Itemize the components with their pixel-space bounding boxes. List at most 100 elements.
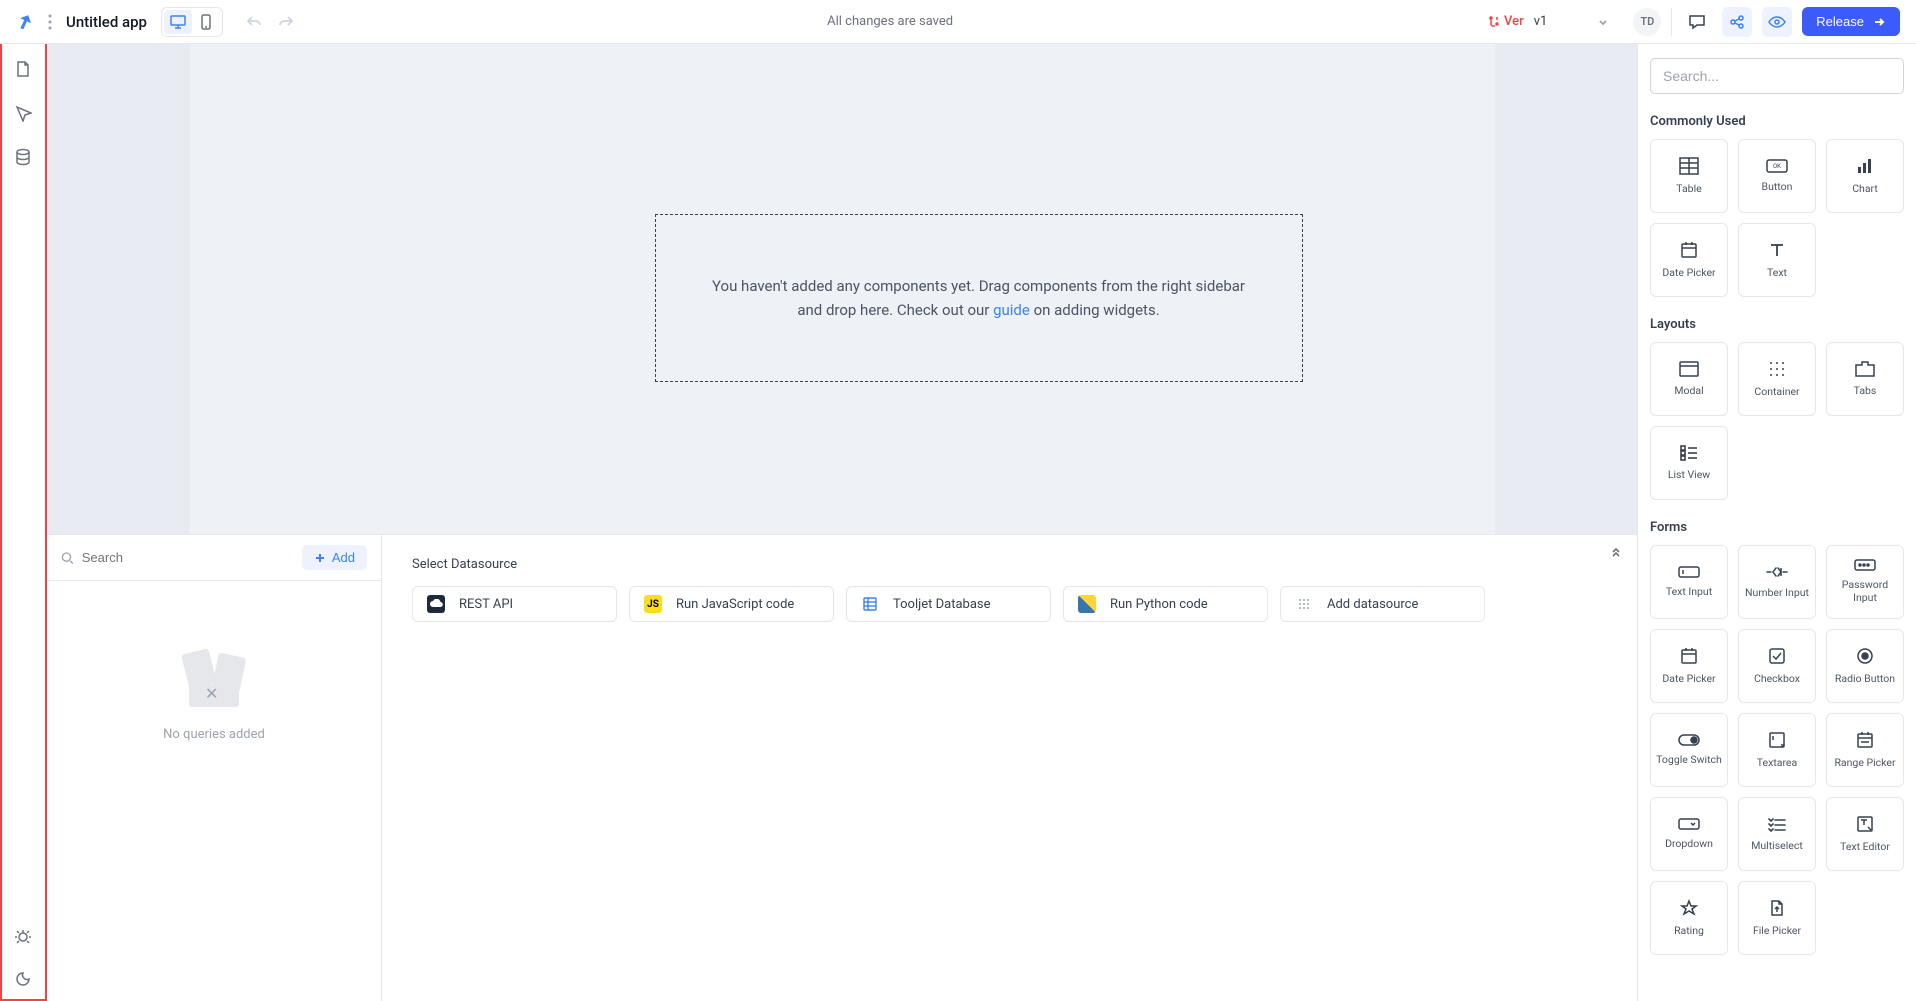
guide-link[interactable]: guide: [993, 301, 1030, 319]
app-title[interactable]: Untitled app: [66, 13, 147, 31]
component-password-input[interactable]: Password Input: [1826, 545, 1904, 619]
component-sidebar: Commonly Used Table OKButton Chart Date …: [1638, 44, 1916, 1001]
textarea-icon: [1768, 731, 1786, 749]
database-icon: [861, 595, 879, 613]
component-toggle[interactable]: Toggle Switch: [1650, 713, 1728, 787]
datasource-heading: Select Datasource: [412, 557, 1607, 572]
component-checkbox[interactable]: Checkbox: [1738, 629, 1816, 703]
component-search-input[interactable]: [1650, 58, 1904, 94]
chart-icon: [1856, 157, 1874, 175]
query-sidebar: Add ✕ No queries added: [47, 535, 382, 1001]
radio-icon: [1856, 647, 1874, 665]
drop-zone[interactable]: You haven't added any components yet. Dr…: [655, 214, 1303, 382]
save-status-text: All changes are saved: [827, 14, 953, 29]
section-forms: Forms: [1650, 520, 1904, 535]
canvas-page[interactable]: You haven't added any components yet. Dr…: [190, 44, 1495, 534]
app-logo-icon: [16, 13, 34, 31]
button-icon: OK: [1766, 159, 1788, 173]
version-prefix: Ver: [1504, 14, 1524, 29]
text-input-icon: [1678, 566, 1700, 578]
datasource-rest-api[interactable]: REST API: [412, 586, 617, 622]
dropdown-icon: [1678, 818, 1700, 830]
share-button[interactable]: [1722, 7, 1752, 37]
component-modal[interactable]: Modal: [1650, 342, 1728, 416]
empty-illustration-icon: ✕: [179, 651, 249, 707]
section-layouts: Layouts: [1650, 317, 1904, 332]
component-text-input[interactable]: Text Input: [1650, 545, 1728, 619]
datasource-add[interactable]: Add datasource: [1280, 586, 1485, 622]
number-input-icon: [1766, 565, 1788, 579]
app-menu-dots-icon[interactable]: [48, 14, 52, 30]
left-rail: [0, 44, 47, 1001]
device-toggle: [161, 7, 223, 37]
add-query-button[interactable]: Add: [302, 545, 367, 570]
datasource-tooljet-db[interactable]: Tooljet Database: [846, 586, 1051, 622]
component-textarea[interactable]: Textarea: [1738, 713, 1816, 787]
chevron-down-icon: [1597, 16, 1609, 28]
add-datasource-icon: [1295, 595, 1313, 613]
component-chart[interactable]: Chart: [1826, 139, 1904, 213]
component-container[interactable]: Container: [1738, 342, 1816, 416]
component-table[interactable]: Table: [1650, 139, 1728, 213]
component-multiselect[interactable]: Multiselect: [1738, 797, 1816, 871]
component-datepicker-2[interactable]: Date Picker: [1650, 629, 1728, 703]
component-file-picker[interactable]: File Picker: [1738, 881, 1816, 955]
container-icon: [1768, 360, 1786, 378]
query-panel: Add ✕ No queries added Select Datasource…: [47, 534, 1637, 1001]
text-editor-icon: [1856, 815, 1874, 833]
javascript-icon: JS: [644, 595, 662, 613]
inspector-icon[interactable]: [14, 104, 34, 124]
redo-button[interactable]: [273, 9, 299, 35]
modal-icon: [1679, 361, 1699, 377]
star-icon: [1680, 899, 1698, 917]
svg-text:OK: OK: [1773, 163, 1781, 170]
main-area: You haven't added any components yet. Dr…: [47, 44, 1638, 1001]
file-icon: [1769, 899, 1785, 917]
divider: [1671, 8, 1672, 36]
no-queries-empty-state: ✕ No queries added: [47, 581, 381, 1001]
user-avatar[interactable]: TD: [1633, 8, 1661, 36]
range-picker-icon: [1856, 731, 1874, 749]
mobile-view-button[interactable]: [192, 10, 220, 34]
calendar-icon: [1680, 647, 1698, 665]
datasource-icon[interactable]: [14, 148, 34, 168]
desktop-view-button[interactable]: [164, 10, 192, 34]
query-search-input[interactable]: [82, 550, 292, 565]
component-tabs[interactable]: Tabs: [1826, 342, 1904, 416]
rest-api-icon: [427, 595, 445, 613]
table-icon: [1679, 157, 1699, 175]
section-commonly-used: Commonly Used: [1650, 114, 1904, 129]
query-search[interactable]: [61, 550, 292, 565]
component-text[interactable]: Text: [1738, 223, 1816, 297]
component-number-input[interactable]: Number Input: [1738, 545, 1816, 619]
version-selector[interactable]: Ver v1: [1478, 10, 1619, 33]
pages-icon[interactable]: [14, 60, 34, 80]
theme-icon[interactable]: [14, 969, 34, 989]
collapse-panel-icon[interactable]: [1609, 545, 1623, 559]
drop-zone-text: You haven't added any components yet. Dr…: [712, 274, 1245, 322]
text-icon: [1768, 241, 1786, 259]
datasource-python[interactable]: Run Python code: [1063, 586, 1268, 622]
debug-icon[interactable]: [14, 927, 34, 947]
component-rating[interactable]: Rating: [1650, 881, 1728, 955]
datasource-javascript[interactable]: JS Run JavaScript code: [629, 586, 834, 622]
component-listview[interactable]: List View: [1650, 426, 1728, 500]
python-icon: [1078, 595, 1096, 613]
component-datepicker[interactable]: Date Picker: [1650, 223, 1728, 297]
component-text-editor[interactable]: Text Editor: [1826, 797, 1904, 871]
release-button[interactable]: Release: [1802, 7, 1900, 36]
canvas-area: You haven't added any components yet. Dr…: [47, 44, 1637, 534]
checkbox-icon: [1768, 647, 1786, 665]
component-dropdown[interactable]: Dropdown: [1650, 797, 1728, 871]
preview-button[interactable]: [1762, 7, 1792, 37]
component-button[interactable]: OKButton: [1738, 139, 1816, 213]
component-radio[interactable]: Radio Button: [1826, 629, 1904, 703]
top-header: Untitled app All changes are saved Ver v…: [0, 0, 1916, 44]
undo-button[interactable]: [241, 9, 267, 35]
tabs-icon: [1855, 361, 1875, 377]
component-range-picker[interactable]: Range Picker: [1826, 713, 1904, 787]
multiselect-icon: [1768, 816, 1786, 832]
toggle-icon: [1678, 734, 1700, 746]
comments-button[interactable]: [1682, 7, 1712, 37]
no-queries-text: No queries added: [163, 727, 265, 742]
